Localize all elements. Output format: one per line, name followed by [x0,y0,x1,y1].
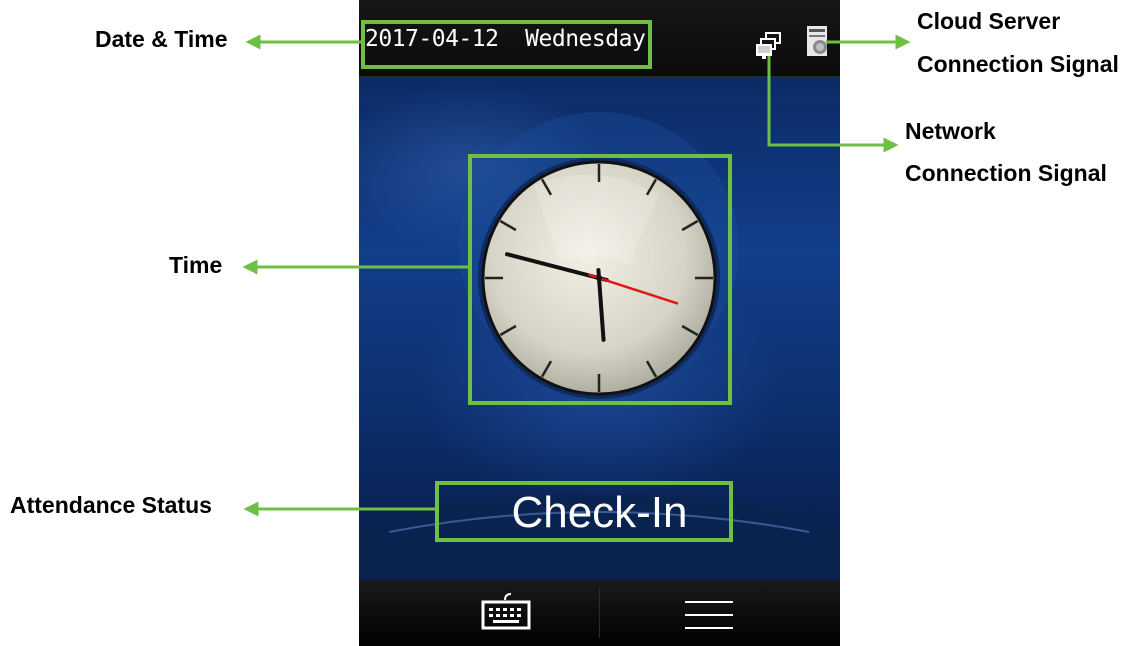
arrow-network [767,56,899,153]
callout-arrows [242,34,911,517]
